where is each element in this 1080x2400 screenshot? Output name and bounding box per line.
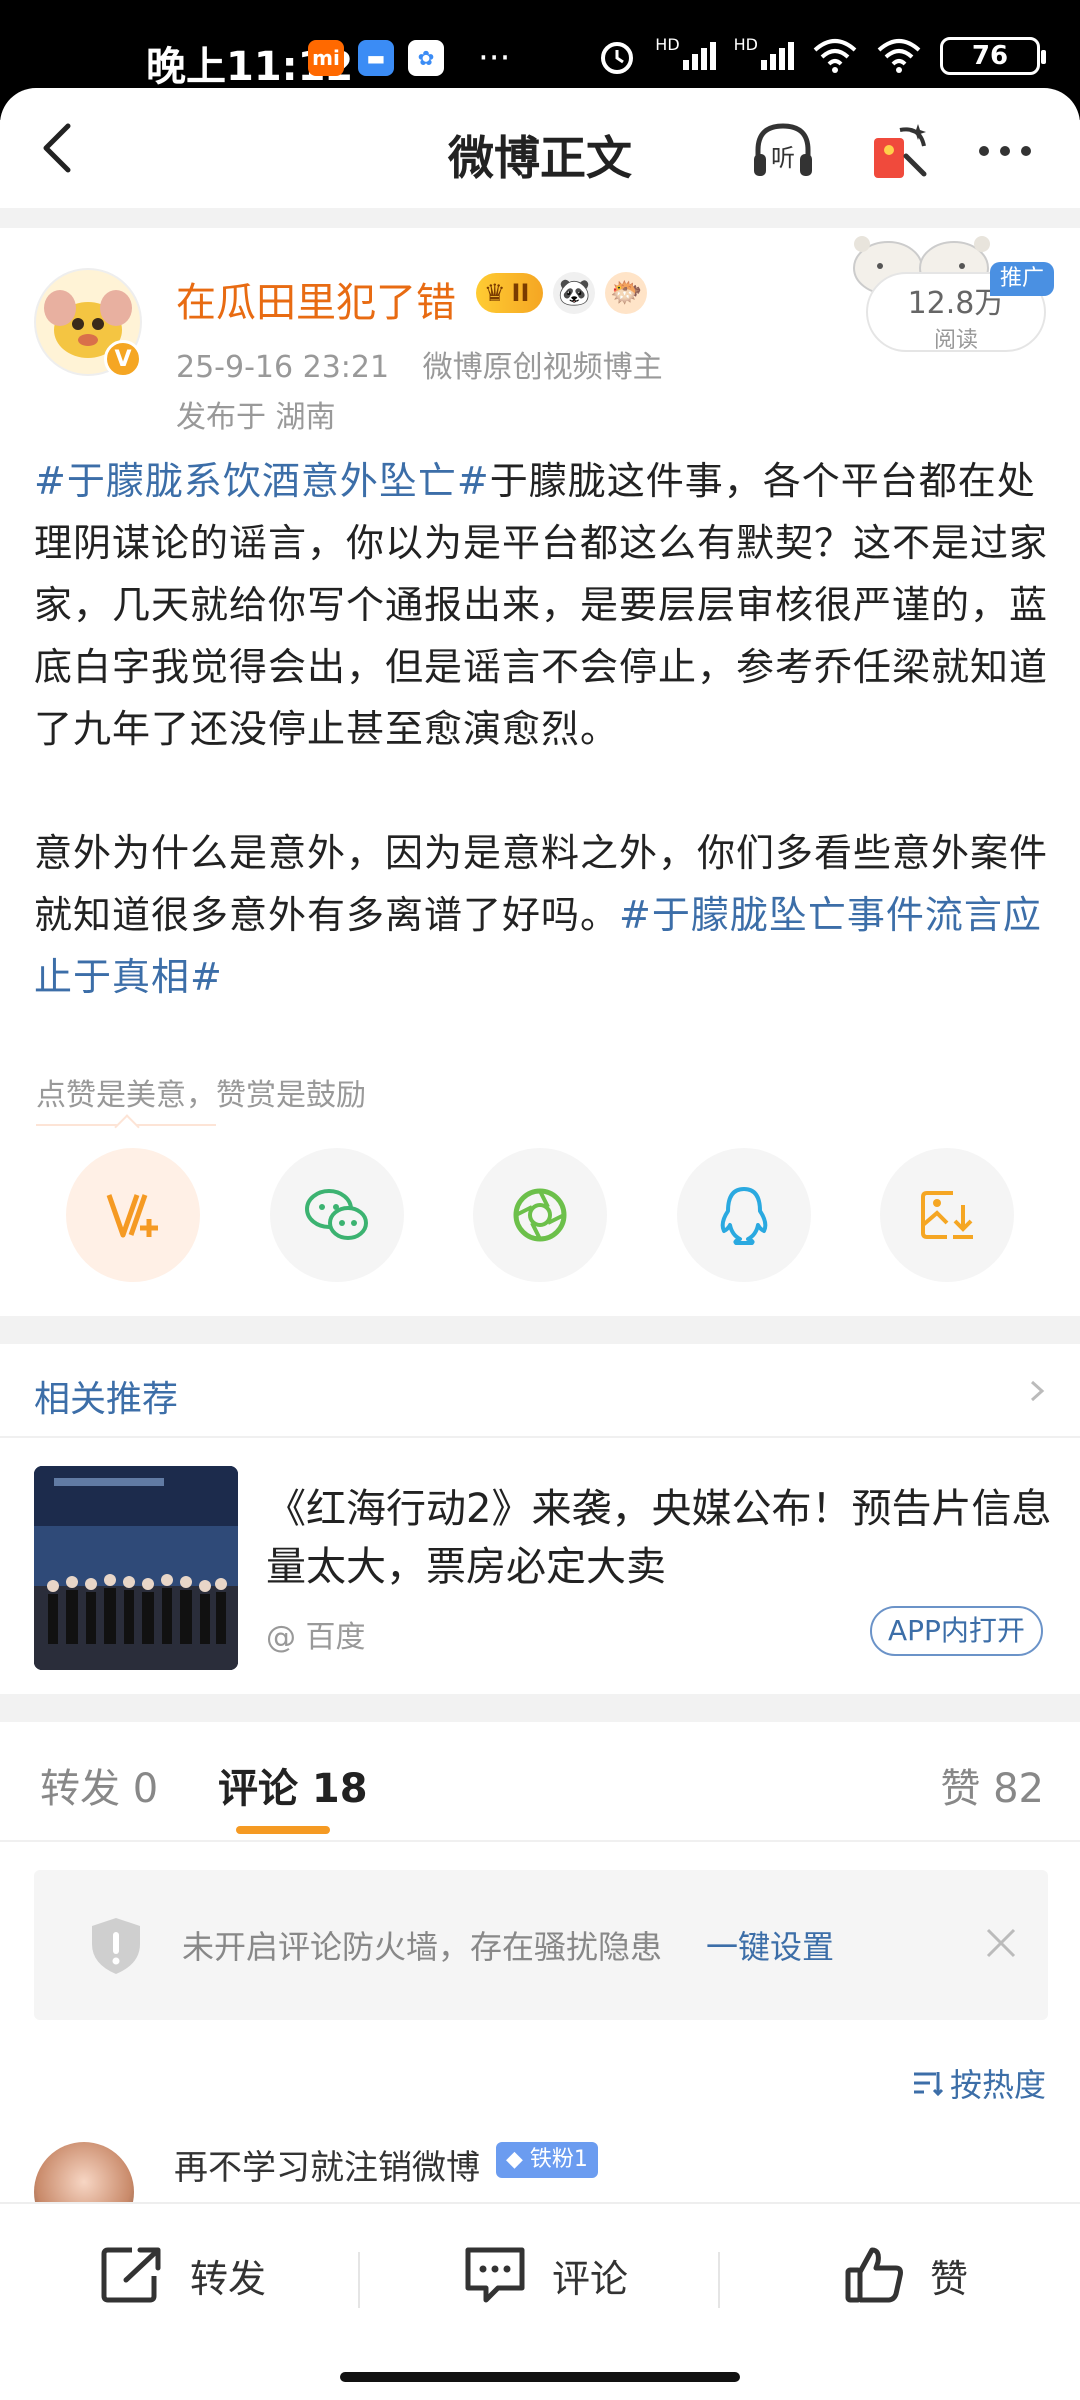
close-icon[interactable] <box>982 1924 1020 1962</box>
related-title[interactable]: 相关推荐 <box>34 1370 178 1422</box>
related-thumbnail[interactable] <box>34 1466 238 1670</box>
alarm-icon <box>601 42 634 74</box>
comment-label: 评论 <box>552 2256 629 2301</box>
post-paragraph-2: 意外为什么是意外，因为是意料之外，你们多看些意外案件就知道很多意外有多离谱了好吗… <box>34 822 1048 1008</box>
post-meta: 25-9-16 23:21 微博原创视频博主 <box>176 342 663 386</box>
post-card: V 在瓜田里犯了错 ♛ II 🐼 🐡 25-9-16 23:21 微博原创视频博… <box>0 228 1080 1316</box>
home-indicator[interactable] <box>340 2372 740 2382</box>
related-source: @ 百度 <box>266 1620 366 1655</box>
panda-badge-icon[interactable]: 🐼 <box>553 272 596 314</box>
more-options-icon[interactable] <box>970 116 1040 186</box>
cloud-app-icon: ✿ <box>408 40 444 76</box>
crown-icon: ♛ <box>484 279 506 307</box>
engagement-tabs: 转发 0 评论 18 赞 82 <box>0 1722 1080 1842</box>
battery-indicator: 76 <box>940 37 1046 75</box>
active-tab-indicator <box>236 1826 330 1834</box>
top-nav-bar: 微博正文 听 <box>0 88 1080 208</box>
related-headline[interactable]: 《红海行动2》来袭，央媒公布！预告片信息量太大，票房必定大卖 <box>266 1480 1056 1596</box>
thumbs-up-icon <box>845 2247 903 2303</box>
wallet-app-icon: ▬ <box>358 40 394 76</box>
save-image-icon <box>921 1191 973 1239</box>
author-name[interactable]: 在瓜田里犯了错 <box>176 270 456 328</box>
firewall-setup-link[interactable]: 一键设置 <box>706 1922 834 1968</box>
divider <box>718 2252 720 2308</box>
tip-caret <box>114 1114 140 1140</box>
repost-icon <box>101 2247 161 2303</box>
save-image-button[interactable] <box>880 1148 1014 1282</box>
post-date: 25-9-16 23:21 <box>176 350 390 385</box>
divider <box>0 1436 1080 1438</box>
reward-tip: 点赞是美意，赞赏是鼓励 <box>36 1078 366 1113</box>
comment-button[interactable]: 评论 <box>462 2240 628 2310</box>
post-text: #于朦胧系饮酒意外坠亡#于朦胧这件事，各个平台都在处理阴谋论的谣言，你以为是平台… <box>34 450 1048 1070</box>
share-moments-button[interactable] <box>473 1148 607 1282</box>
tab-like[interactable]: 赞 82 <box>940 1756 1044 1814</box>
red-packet-icon[interactable] <box>866 116 936 186</box>
signal-icon-2: HD <box>734 35 794 70</box>
share-row <box>66 1148 1014 1282</box>
reward-icon <box>106 1194 158 1238</box>
chevron-right-icon[interactable] <box>1024 1378 1050 1404</box>
author-badges: ♛ II 🐼 🐡 <box>476 272 648 314</box>
promo-tag[interactable]: 推广 <box>990 262 1055 296</box>
status-app-icons: mi ▬ ✿ ··· <box>308 38 510 78</box>
divider <box>358 2252 360 2308</box>
like-button[interactable]: 赞 <box>844 2240 968 2310</box>
qq-icon <box>720 1187 767 1245</box>
post-location: 发布于 湖南 <box>176 400 336 435</box>
shield-icon <box>92 1918 140 1974</box>
listen-label: 听 <box>771 144 795 172</box>
wifi-icon-2 <box>877 39 921 73</box>
comment-username[interactable]: 再不学习就注销微博 <box>174 2140 480 2189</box>
post-paragraph-1: #于朦胧系饮酒意外坠亡#于朦胧这件事，各个平台都在处理阴谋论的谣言，你以为是平台… <box>34 450 1048 760</box>
topic-link[interactable]: #于朦胧系饮酒意外坠亡# <box>34 459 490 503</box>
wifi-icon <box>813 39 857 73</box>
repost-label: 转发 <box>190 2256 267 2301</box>
repost-button[interactable]: 转发 <box>100 2240 266 2310</box>
hd-label-2: HD <box>733 35 758 54</box>
sort-label: 按热度 <box>949 2066 1046 2104</box>
movie-premiere-image <box>34 1466 238 1670</box>
hd-label-1: HD <box>655 35 680 54</box>
comments-section: 转发 0 评论 18 赞 82 未开启评论防火墙，存在骚扰隐患 一键设置 按热度… <box>0 1722 1080 2202</box>
sort-icon <box>913 2072 944 2097</box>
firewall-warning-text: 未开启评论防火墙，存在骚扰隐患 <box>182 1928 663 1966</box>
comment-avatar[interactable] <box>34 2142 134 2202</box>
fish-badge-icon[interactable]: 🐡 <box>605 272 648 314</box>
comment-icon <box>465 2247 525 2303</box>
share-wechat-button[interactable] <box>269 1148 404 1282</box>
reward-button[interactable] <box>66 1148 200 1282</box>
tab-comment[interactable]: 评论 18 <box>218 1756 368 1814</box>
moments-icon <box>513 1188 567 1242</box>
listen-headphones-icon[interactable]: 听 <box>748 116 818 186</box>
vip-level-badge[interactable]: ♛ II <box>476 273 544 313</box>
author-role: 微博原创视频博主 <box>422 350 663 385</box>
fan-level-badge: ◆ 铁粉1 <box>496 2142 598 2178</box>
fan-badge-text: 铁粉1 <box>529 2147 588 2172</box>
like-label: 赞 <box>930 2256 969 2301</box>
vip-level-text: II <box>511 279 530 307</box>
mi-app-icon: mi <box>308 40 344 76</box>
signal-icon-1: HD <box>655 35 716 70</box>
read-label: 阅读 <box>933 328 978 353</box>
comment-firewall-banner: 未开启评论防火墙，存在骚扰隐患 一键设置 <box>34 1870 1048 2020</box>
tab-repost[interactable]: 转发 0 <box>40 1756 158 1814</box>
wechat-icon <box>304 1189 368 1240</box>
sort-by-hot-button[interactable]: 按热度 <box>910 2060 1046 2106</box>
more-notifications-icon: ··· <box>478 38 511 78</box>
status-indicators: HD HD 76 <box>597 35 1046 76</box>
share-qq-button[interactable] <box>676 1148 811 1282</box>
verified-badge-icon: V <box>104 340 142 378</box>
open-in-app-button[interactable]: APP内打开 <box>870 1606 1043 1656</box>
related-recommendations: 相关推荐 《红海行动2》来袭，央媒公布！预告片信息量太大，票房必定大卖 @ 百度… <box>0 1344 1080 1694</box>
bottom-action-bar: 转发 评论 赞 <box>0 2202 1080 2400</box>
